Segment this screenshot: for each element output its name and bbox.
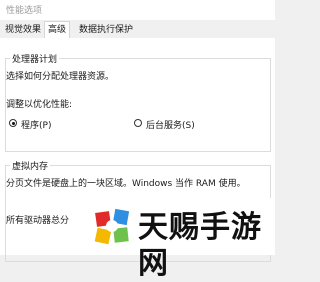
virtual-memory-legend: 虚拟内存 bbox=[10, 159, 51, 172]
processor-scheduling-group: 处理器计划 选择如何分配处理器资源。 调整以优化性能: 程序(P) 后台服务(S… bbox=[5, 52, 271, 152]
tab-strip: 视觉效果 高级 数据执行保护 bbox=[0, 20, 275, 40]
window-title: 性能选项 bbox=[6, 6, 43, 16]
programs-radio[interactable] bbox=[9, 119, 17, 127]
background-services-radio-label[interactable]: 后台服务(S) bbox=[146, 118, 195, 131]
tab-data-execution-prevention[interactable]: 数据执行保护 bbox=[76, 23, 136, 38]
background-services-radio[interactable] bbox=[134, 119, 142, 127]
tab-visual-effects[interactable]: 视觉效果 bbox=[2, 23, 44, 38]
watermark: 天赐手游网 bbox=[84, 198, 275, 281]
watermark-text: 天赐手游网 bbox=[138, 210, 262, 281]
all-drives-total-label: 所有驱动器总分 bbox=[6, 216, 70, 226]
watermark-logo-icon bbox=[91, 205, 133, 247]
processor-scheduling-legend: 处理器计划 bbox=[10, 52, 60, 65]
programs-radio-label[interactable]: 程序(P) bbox=[21, 118, 51, 131]
virtual-memory-description: 分页文件是硬盘上的一块区域。Windows 当作 RAM 使用。 bbox=[6, 179, 246, 189]
processor-scheduling-description: 选择如何分配处理器资源。 bbox=[6, 72, 115, 82]
adjust-performance-label: 调整以优化性能: bbox=[6, 100, 73, 110]
title-bar: 性能选项 bbox=[0, 0, 275, 20]
